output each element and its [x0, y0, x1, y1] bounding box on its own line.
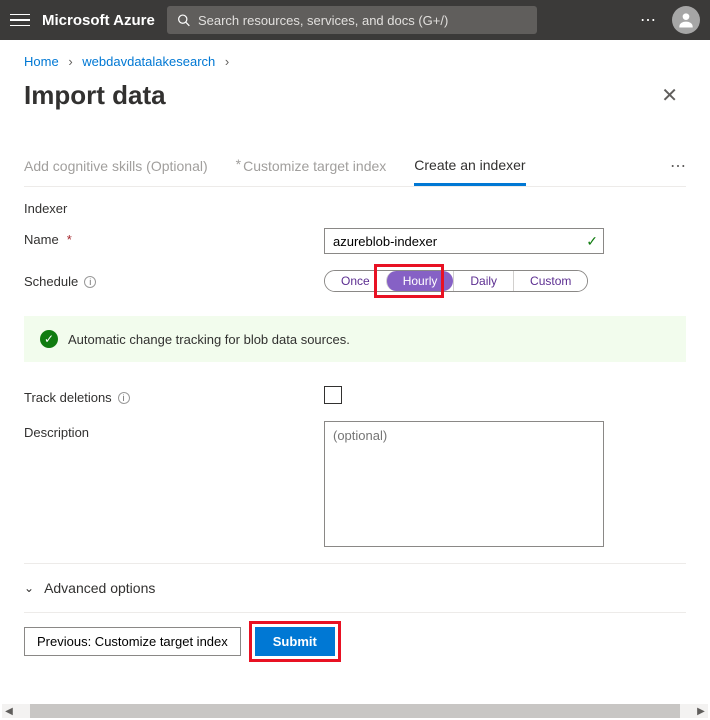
more-icon[interactable]: ⋯: [640, 10, 658, 30]
valid-check-icon: ✓: [586, 233, 598, 250]
chevron-down-icon: ⌄: [24, 581, 34, 595]
info-icon[interactable]: i: [118, 392, 130, 404]
name-input[interactable]: [324, 228, 604, 254]
track-deletions-label: Track deletions i: [24, 386, 324, 405]
success-check-icon: ✓: [40, 330, 58, 348]
track-deletions-text: Track deletions: [24, 390, 112, 405]
schedule-daily[interactable]: Daily: [453, 271, 513, 291]
section-indexer-label: Indexer: [24, 201, 686, 216]
breadcrumb-separator: ›: [68, 54, 72, 69]
tab-customize-index[interactable]: *Customize target index: [236, 158, 387, 184]
schedule-selector: Once Hourly Daily Custom: [324, 270, 588, 292]
schedule-hourly[interactable]: Hourly: [386, 271, 454, 291]
tabs: Add cognitive skills (Optional) *Customi…: [24, 156, 686, 187]
menu-icon[interactable]: [10, 10, 30, 30]
advanced-options-label: Advanced options: [44, 580, 155, 596]
scroll-right-arrow[interactable]: ▶: [694, 706, 708, 717]
brand-label: Microsoft Azure: [42, 12, 155, 29]
description-textarea[interactable]: [324, 421, 604, 547]
info-banner: ✓ Automatic change tracking for blob dat…: [24, 316, 686, 362]
page-title: Import data: [24, 80, 166, 111]
breadcrumb-home[interactable]: Home: [24, 54, 59, 69]
required-icon: *: [67, 232, 72, 247]
track-deletions-checkbox[interactable]: [324, 386, 342, 404]
schedule-label-text: Schedule: [24, 274, 78, 289]
breadcrumb: Home › webdavdatalakesearch ›: [24, 54, 686, 69]
breadcrumb-current[interactable]: webdavdatalakesearch: [82, 54, 215, 69]
tab-create-indexer[interactable]: Create an indexer: [414, 157, 525, 186]
name-label-text: Name: [24, 232, 59, 247]
footer: Previous: Customize target index Submit: [24, 612, 686, 670]
scroll-thumb[interactable]: [30, 704, 680, 718]
close-button[interactable]: ✕: [653, 79, 686, 112]
banner-text: Automatic change tracking for blob data …: [68, 332, 350, 347]
schedule-custom[interactable]: Custom: [513, 271, 587, 291]
tabs-more-icon[interactable]: ⋯: [670, 156, 686, 186]
tab-cognitive-skills[interactable]: Add cognitive skills (Optional): [24, 158, 208, 184]
schedule-label: Schedule i: [24, 270, 324, 289]
description-label: Description: [24, 421, 324, 440]
advanced-options-toggle[interactable]: ⌄ Advanced options: [24, 564, 686, 612]
breadcrumb-separator: ›: [225, 54, 229, 69]
search-icon: [177, 13, 190, 27]
avatar[interactable]: [672, 6, 700, 34]
search-input[interactable]: [198, 13, 527, 28]
global-search[interactable]: [167, 6, 537, 34]
schedule-once[interactable]: Once: [325, 271, 386, 291]
top-bar: Microsoft Azure ⋯: [0, 0, 710, 40]
tab-customize-label: Customize target index: [243, 158, 386, 174]
submit-button[interactable]: Submit: [255, 627, 335, 656]
name-label: Name *: [24, 228, 324, 247]
scroll-left-arrow[interactable]: ◀: [2, 706, 16, 717]
previous-button[interactable]: Previous: Customize target index: [24, 627, 241, 656]
horizontal-scrollbar[interactable]: ◀ ▶: [2, 704, 708, 718]
info-icon[interactable]: i: [84, 276, 96, 288]
